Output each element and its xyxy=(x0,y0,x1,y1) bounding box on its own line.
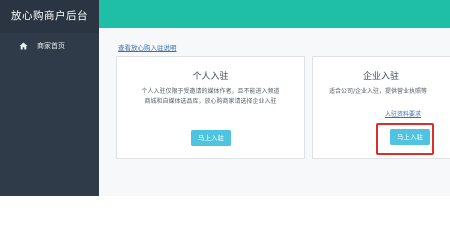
card-description: 个人入驻仅限于受邀请的媒体作者，且不能进入频道 商城和自媒体选品库，放心购商家请… xyxy=(123,87,298,106)
highlight-box xyxy=(376,123,434,155)
card-title: 个人入驻 xyxy=(192,72,229,82)
description-line: 商城和自媒体选品库，放心购商家请选择企业入驻 xyxy=(144,97,277,105)
home-icon xyxy=(19,42,28,50)
description-line: 适合公司/企业入驻，提供营业执照等 xyxy=(329,88,428,95)
app-title: 放心购商户后台 xyxy=(0,0,99,33)
sidebar-item-label: 商家首页 xyxy=(37,42,65,50)
sidebar: 放心购商户后台 商家首页 xyxy=(0,0,99,196)
card-description: 适合公司/企业入驻，提供营业执照等 xyxy=(329,87,450,97)
requirements-link[interactable]: 入驻资料要求 xyxy=(385,109,421,118)
personal-enter-button[interactable]: 马上入驻 xyxy=(191,130,231,146)
top-bar xyxy=(99,0,450,28)
description-line: 个人入驻仅限于受邀请的媒体作者，且不能进入频道 xyxy=(141,88,280,95)
info-link[interactable]: 查看放心购入驻说明 xyxy=(118,42,177,52)
card-title: 企业入驻 xyxy=(362,72,399,82)
sidebar-item-merchant-home[interactable]: 商家首页 xyxy=(0,36,99,56)
personal-entry-card: 个人入驻 个人入驻仅限于受邀请的媒体作者，且不能进入频道 商城和自媒体选品库，放… xyxy=(116,56,305,159)
